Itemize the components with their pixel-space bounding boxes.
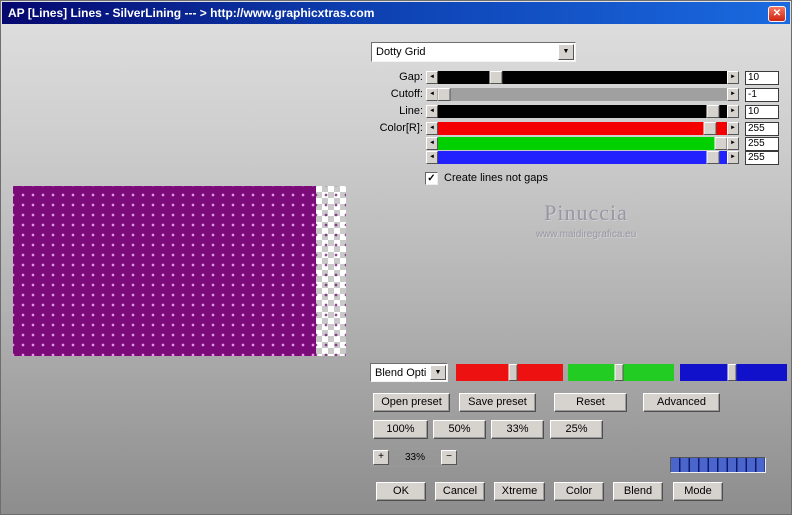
zoom-level-value: 33% xyxy=(404,452,425,463)
close-icon: ✕ xyxy=(772,8,782,19)
red-channel-thumb[interactable] xyxy=(508,364,518,381)
slider-right-arrow-icon[interactable]: ► xyxy=(727,105,739,118)
title-bar[interactable]: AP [Lines] Lines - SilverLining --- > ht… xyxy=(2,2,790,24)
line-label: Line: xyxy=(399,105,423,117)
advanced-button[interactable]: Advanced xyxy=(643,393,720,412)
slider-right-arrow-icon[interactable]: ► xyxy=(727,122,739,135)
slider-left-arrow-icon[interactable]: ◄ xyxy=(426,137,438,150)
green-channel-thumb[interactable] xyxy=(614,364,624,381)
slider-row-color-g: ◄ ► 255 xyxy=(1,137,791,151)
pattern-preview[interactable] xyxy=(13,186,346,356)
color-r-value-field[interactable]: 255 xyxy=(745,122,779,136)
green-channel-slider[interactable] xyxy=(568,364,674,381)
xtreme-button[interactable]: Xtreme xyxy=(494,482,545,501)
open-preset-button[interactable]: Open preset xyxy=(373,393,450,412)
slider-row-cutoff: Cutoff: ◄ ► -1 xyxy=(1,88,791,102)
check-icon: ✓ xyxy=(427,173,436,184)
color-g-slider[interactable]: ◄ ► xyxy=(426,137,739,150)
line-value-field[interactable]: 10 xyxy=(745,105,779,119)
pattern-select[interactable]: Dotty Grid ▼ xyxy=(371,42,576,62)
color-b-slider-track[interactable] xyxy=(438,151,727,164)
plugin-dialog-window: AP [Lines] Lines - SilverLining --- > ht… xyxy=(0,0,792,515)
create-lines-checkbox[interactable]: ✓ xyxy=(425,172,438,185)
cutoff-slider-thumb[interactable] xyxy=(437,88,451,101)
zoom-in-button[interactable]: + xyxy=(373,450,389,465)
blend-button[interactable]: Blend xyxy=(613,482,663,501)
zoom-100-button[interactable]: 100% xyxy=(373,420,428,439)
gap-slider-track[interactable] xyxy=(438,71,727,84)
color-button[interactable]: Color xyxy=(554,482,604,501)
reset-button[interactable]: Reset xyxy=(554,393,627,412)
slider-left-arrow-icon[interactable]: ◄ xyxy=(426,71,438,84)
zoom-25-button[interactable]: 25% xyxy=(550,420,603,439)
transparency-checkerboard xyxy=(316,186,346,356)
mode-button[interactable]: Mode xyxy=(673,482,723,501)
slider-left-arrow-icon[interactable]: ◄ xyxy=(426,151,438,164)
slider-row-color-b: ◄ ► 255 xyxy=(1,151,791,165)
blend-options-value: Blend Opti xyxy=(375,367,427,379)
gap-slider[interactable]: ◄ ► xyxy=(426,71,739,84)
zoom-out-button[interactable]: − xyxy=(441,450,457,465)
create-lines-checkbox-row: ✓ Create lines not gaps xyxy=(425,171,645,185)
cutoff-slider[interactable]: ◄ ► xyxy=(426,88,739,101)
color-b-slider[interactable]: ◄ ► xyxy=(426,151,739,164)
slider-right-arrow-icon[interactable]: ► xyxy=(727,151,739,164)
color-b-value-field[interactable]: 255 xyxy=(745,151,779,165)
watermark-url: www.maidiregrafica.eu xyxy=(535,229,637,240)
gap-label: Gap: xyxy=(399,71,423,83)
slider-right-arrow-icon[interactable]: ► xyxy=(727,137,739,150)
progress-bar xyxy=(670,457,766,473)
pattern-select-value: Dotty Grid xyxy=(376,46,426,58)
gap-value-field[interactable]: 10 xyxy=(745,71,779,85)
watermark-title: Pinuccia xyxy=(544,200,628,225)
color-g-slider-thumb[interactable] xyxy=(714,137,728,150)
zoom-33-button[interactable]: 33% xyxy=(491,420,544,439)
slider-row-line: Line: ◄ ► 10 xyxy=(1,105,791,119)
color-g-slider-track[interactable] xyxy=(438,137,728,150)
line-slider-thumb[interactable] xyxy=(706,105,720,118)
slider-left-arrow-icon[interactable]: ◄ xyxy=(426,88,438,101)
slider-right-arrow-icon[interactable]: ► xyxy=(727,71,739,84)
chevron-down-icon[interactable]: ▼ xyxy=(430,365,446,380)
line-slider[interactable]: ◄ ► xyxy=(426,105,739,118)
slider-left-arrow-icon[interactable]: ◄ xyxy=(426,122,438,135)
slider-left-arrow-icon[interactable]: ◄ xyxy=(426,105,438,118)
slider-row-gap: Gap: ◄ ► 10 xyxy=(1,71,791,85)
close-button[interactable]: ✕ xyxy=(768,6,786,22)
cancel-button[interactable]: Cancel xyxy=(435,482,485,501)
create-lines-checkbox-label: Create lines not gaps xyxy=(444,172,548,184)
blue-channel-slider[interactable] xyxy=(680,364,787,381)
color-b-slider-thumb[interactable] xyxy=(706,151,720,164)
cutoff-label: Cutoff: xyxy=(390,88,423,100)
chevron-down-icon[interactable]: ▼ xyxy=(558,44,574,60)
zoom-50-button[interactable]: 50% xyxy=(433,420,486,439)
color-r-slider-track[interactable] xyxy=(438,122,727,135)
ok-button[interactable]: OK xyxy=(376,482,426,501)
red-channel-slider[interactable] xyxy=(456,364,563,381)
gap-slider-thumb[interactable] xyxy=(489,71,503,84)
color-r-label: Color[R]: xyxy=(379,122,423,134)
cutoff-value-field[interactable]: -1 xyxy=(745,88,779,102)
window-title: AP [Lines] Lines - SilverLining --- > ht… xyxy=(8,6,375,20)
cutoff-slider-track[interactable] xyxy=(437,88,727,101)
color-r-slider-thumb[interactable] xyxy=(703,122,717,135)
blend-options-select[interactable]: Blend Opti ▼ xyxy=(370,363,448,382)
blue-channel-thumb[interactable] xyxy=(727,364,737,381)
zoom-stepper: + 33% − xyxy=(371,448,459,467)
color-r-slider[interactable]: ◄ ► xyxy=(426,122,739,135)
line-slider-track[interactable] xyxy=(438,105,727,118)
color-g-value-field[interactable]: 255 xyxy=(745,137,779,151)
slider-right-arrow-icon[interactable]: ► xyxy=(727,88,739,101)
save-preset-button[interactable]: Save preset xyxy=(459,393,536,412)
slider-row-color-r: Color[R]: ◄ ► 255 xyxy=(1,122,791,136)
